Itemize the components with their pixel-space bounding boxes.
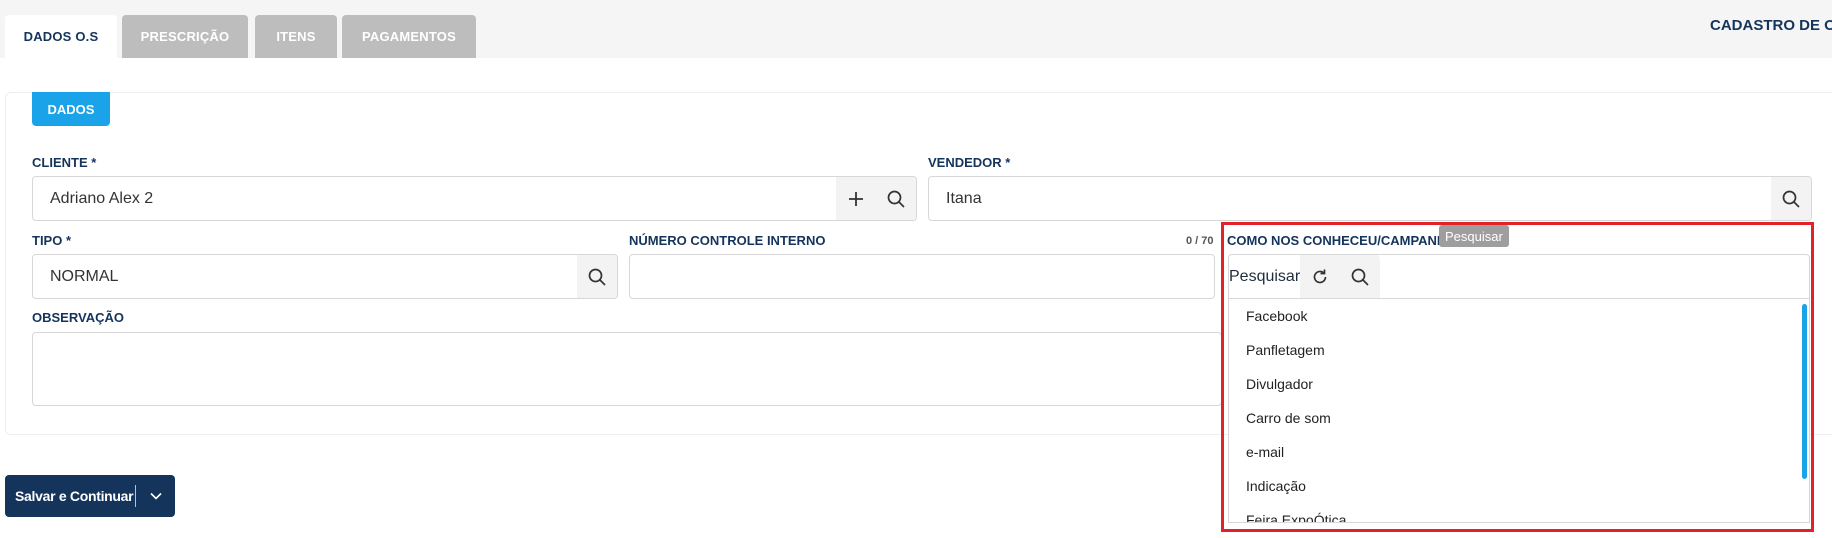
search-icon bbox=[1782, 190, 1800, 208]
section-chip-dados: DADOS bbox=[32, 92, 110, 126]
tab-itens[interactable]: ITENS bbox=[255, 15, 337, 58]
plus-icon bbox=[849, 191, 863, 206]
search-vendedor-button[interactable] bbox=[1771, 177, 1811, 220]
chevron-down-icon bbox=[149, 492, 162, 500]
numero-controle-label: NÚMERO CONTROLE INTERNO bbox=[629, 233, 826, 248]
tab-pagamentos[interactable]: PAGAMENTOS bbox=[342, 15, 476, 58]
add-cliente-button[interactable] bbox=[836, 177, 876, 220]
search-cliente-button[interactable] bbox=[876, 177, 916, 220]
vendedor-field[interactable]: Itana bbox=[928, 176, 1812, 221]
observacao-textarea[interactable] bbox=[32, 332, 1222, 406]
search-icon bbox=[588, 268, 606, 286]
observacao-label: OBSERVAÇÃO bbox=[32, 310, 124, 325]
cliente-field[interactable]: Adriano Alex 2 bbox=[32, 176, 917, 221]
search-tooltip: Pesquisar bbox=[1439, 225, 1509, 247]
numero-controle-input[interactable] bbox=[629, 254, 1215, 299]
save-button-label: Salvar e Continuar bbox=[15, 488, 134, 504]
button-divider bbox=[135, 485, 136, 507]
cliente-value: Adriano Alex 2 bbox=[50, 189, 154, 207]
save-and-continue-button[interactable]: Salvar e Continuar bbox=[5, 475, 175, 517]
vendedor-label: VENDEDOR * bbox=[928, 155, 1011, 170]
tipo-value: NORMAL bbox=[50, 267, 119, 285]
tab-prescricao[interactable]: PRESCRIÇÃO bbox=[122, 15, 248, 58]
tipo-field[interactable]: NORMAL bbox=[32, 254, 618, 299]
tipo-label: TIPO * bbox=[32, 233, 72, 248]
search-tipo-button[interactable] bbox=[577, 255, 617, 298]
vendedor-value: Itana bbox=[946, 189, 982, 207]
page-title: CADASTRO DE O. bbox=[1710, 17, 1832, 34]
search-icon bbox=[887, 190, 905, 208]
dropdown-highlight-box bbox=[1221, 222, 1814, 532]
save-options-toggle[interactable] bbox=[136, 489, 175, 503]
numero-controle-counter: 0 / 70 bbox=[1186, 235, 1214, 247]
page: DADOS O.S PRESCRIÇÃO ITENS PAGAMENTOS CA… bbox=[0, 0, 1832, 538]
tab-bar: DADOS O.S PRESCRIÇÃO ITENS PAGAMENTOS CA… bbox=[0, 0, 1832, 58]
cliente-label: CLIENTE * bbox=[32, 155, 97, 170]
tab-dados-os[interactable]: DADOS O.S bbox=[5, 15, 117, 58]
